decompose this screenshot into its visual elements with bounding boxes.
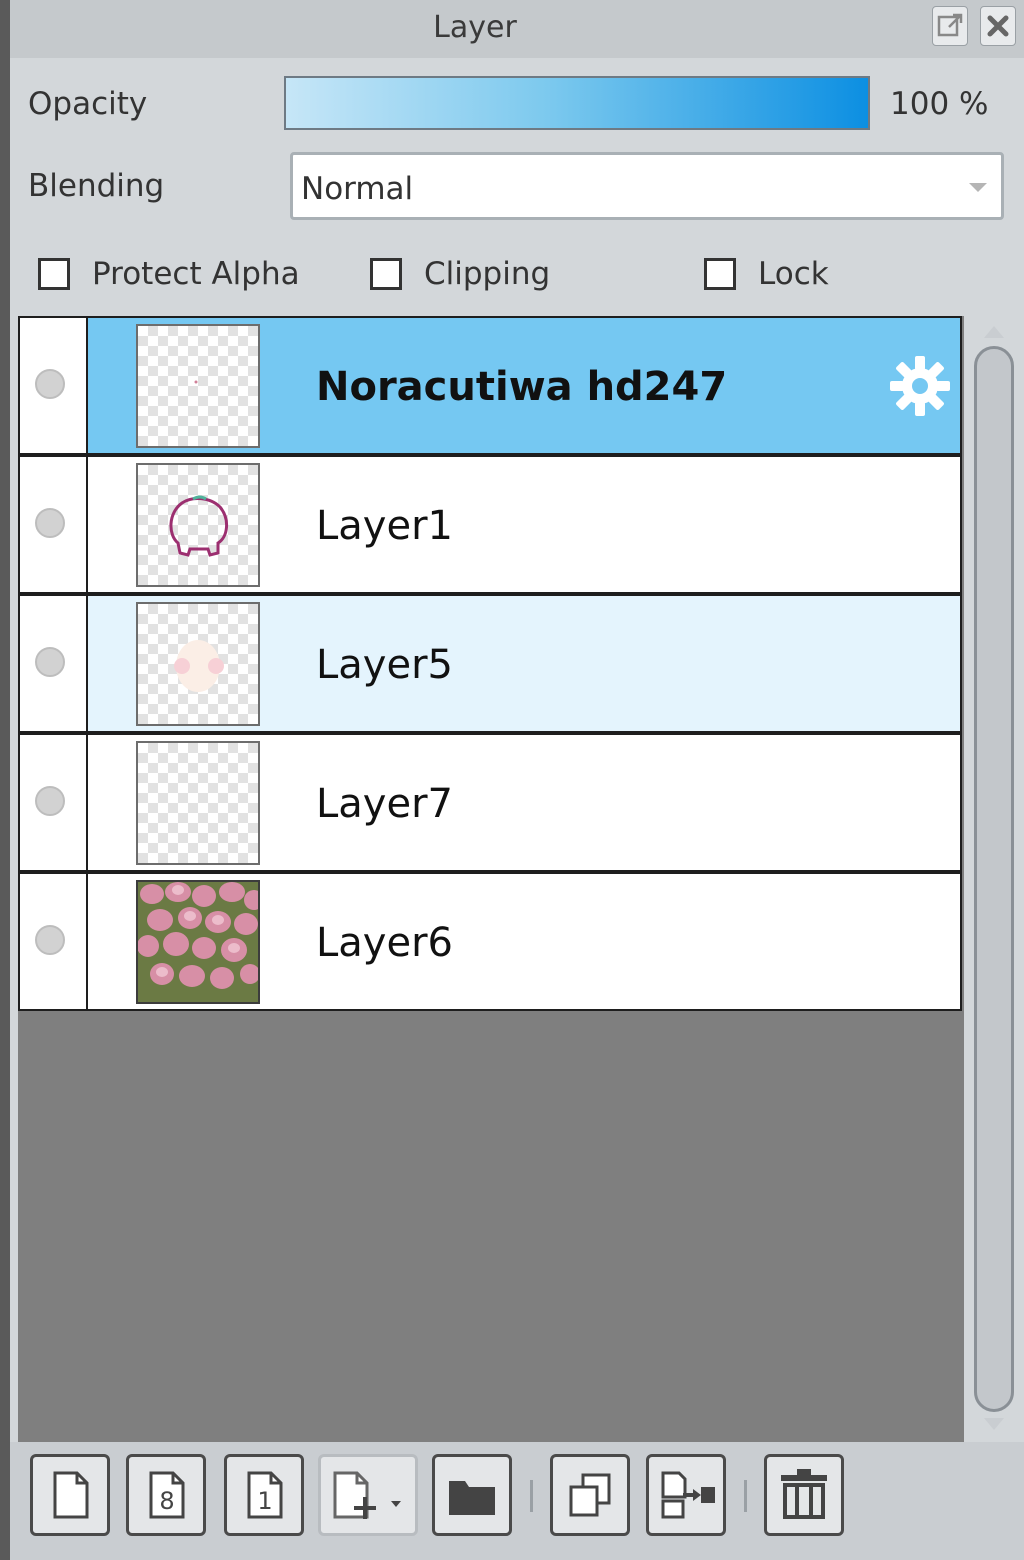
panel-titlebar: Layer [10, 0, 1024, 58]
layer-name: Layer6 [316, 920, 453, 966]
layer-thumbnail [136, 463, 260, 587]
duplicate-layer-icon[interactable] [550, 1454, 630, 1536]
visibility-dot-icon [35, 508, 65, 538]
layer-thumbnail [136, 880, 260, 1004]
protect-alpha-checkbox[interactable] [38, 258, 70, 290]
panel-title: Layer [433, 10, 517, 45]
svg-text:1: 1 [257, 1487, 272, 1515]
layer-thumbnail [136, 324, 260, 448]
layer-list: Noracutiwa hd247 Layer1 Layer5 Layer7 La… [18, 316, 964, 1442]
opacity-slider[interactable] [284, 76, 870, 130]
gear-icon[interactable] [888, 354, 952, 422]
chevron-down-icon [969, 183, 987, 192]
opacity-label: Opacity [28, 86, 148, 122]
layer-name: Noracutiwa hd247 [316, 364, 728, 410]
opacity-value: 100 % [890, 86, 989, 122]
clipping-label: Clipping [424, 256, 551, 292]
scroll-down-icon[interactable] [984, 1418, 1004, 1430]
visibility-dot-icon [35, 786, 65, 816]
scrollbar-thumb[interactable] [974, 346, 1014, 1412]
blending-label: Blending [28, 168, 165, 204]
toolbar-separator [530, 1480, 533, 1512]
blending-value: Normal [301, 171, 414, 207]
layer-row[interactable]: Layer6 [18, 872, 962, 1011]
lock-checkbox[interactable] [704, 258, 736, 290]
layer-row[interactable]: Layer5 [18, 594, 962, 733]
lock-label: Lock [758, 256, 829, 292]
visibility-toggle[interactable] [20, 457, 88, 592]
visibility-toggle[interactable] [20, 874, 88, 1009]
layer-list-scrollbar[interactable] [968, 322, 1018, 1442]
layer-thumbnail [136, 741, 260, 865]
clipping-checkbox[interactable] [370, 258, 402, 290]
visibility-dot-icon [35, 369, 65, 399]
layer-toolbar: 8 1 [10, 1442, 1024, 1560]
svg-text:8: 8 [159, 1487, 174, 1515]
layer-row[interactable]: Layer1 [18, 455, 962, 594]
blending-select[interactable]: Normal [290, 152, 1004, 220]
toolbar-separator [744, 1480, 747, 1512]
new-8bit-layer-icon[interactable]: 8 [126, 1454, 206, 1536]
delete-layer-icon[interactable] [764, 1454, 844, 1536]
new-folder-icon[interactable] [432, 1454, 512, 1536]
layer-list-empty-area [18, 1011, 962, 1442]
popout-icon[interactable] [932, 6, 968, 46]
new-layer-icon[interactable] [30, 1454, 110, 1536]
layer-row[interactable]: Layer7 [18, 733, 962, 872]
visibility-dot-icon [35, 925, 65, 955]
layer-name: Layer7 [316, 781, 453, 827]
layer-panel: Layer Opacity 100 % Blending Normal Prot… [10, 0, 1024, 1560]
visibility-toggle[interactable] [20, 735, 88, 870]
add-layer-dropdown-icon[interactable] [318, 1454, 418, 1536]
merge-down-icon[interactable] [646, 1454, 726, 1536]
new-1bit-layer-icon[interactable]: 1 [224, 1454, 304, 1536]
visibility-dot-icon [35, 647, 65, 677]
protect-alpha-label: Protect Alpha [92, 256, 300, 292]
visibility-toggle[interactable] [20, 318, 88, 453]
layer-name: Layer5 [316, 642, 453, 688]
layer-row[interactable]: Noracutiwa hd247 [18, 316, 962, 455]
layer-name: Layer1 [316, 503, 453, 549]
visibility-toggle[interactable] [20, 596, 88, 731]
scroll-up-icon[interactable] [984, 326, 1004, 338]
layer-thumbnail [136, 602, 260, 726]
close-icon[interactable] [980, 6, 1016, 46]
